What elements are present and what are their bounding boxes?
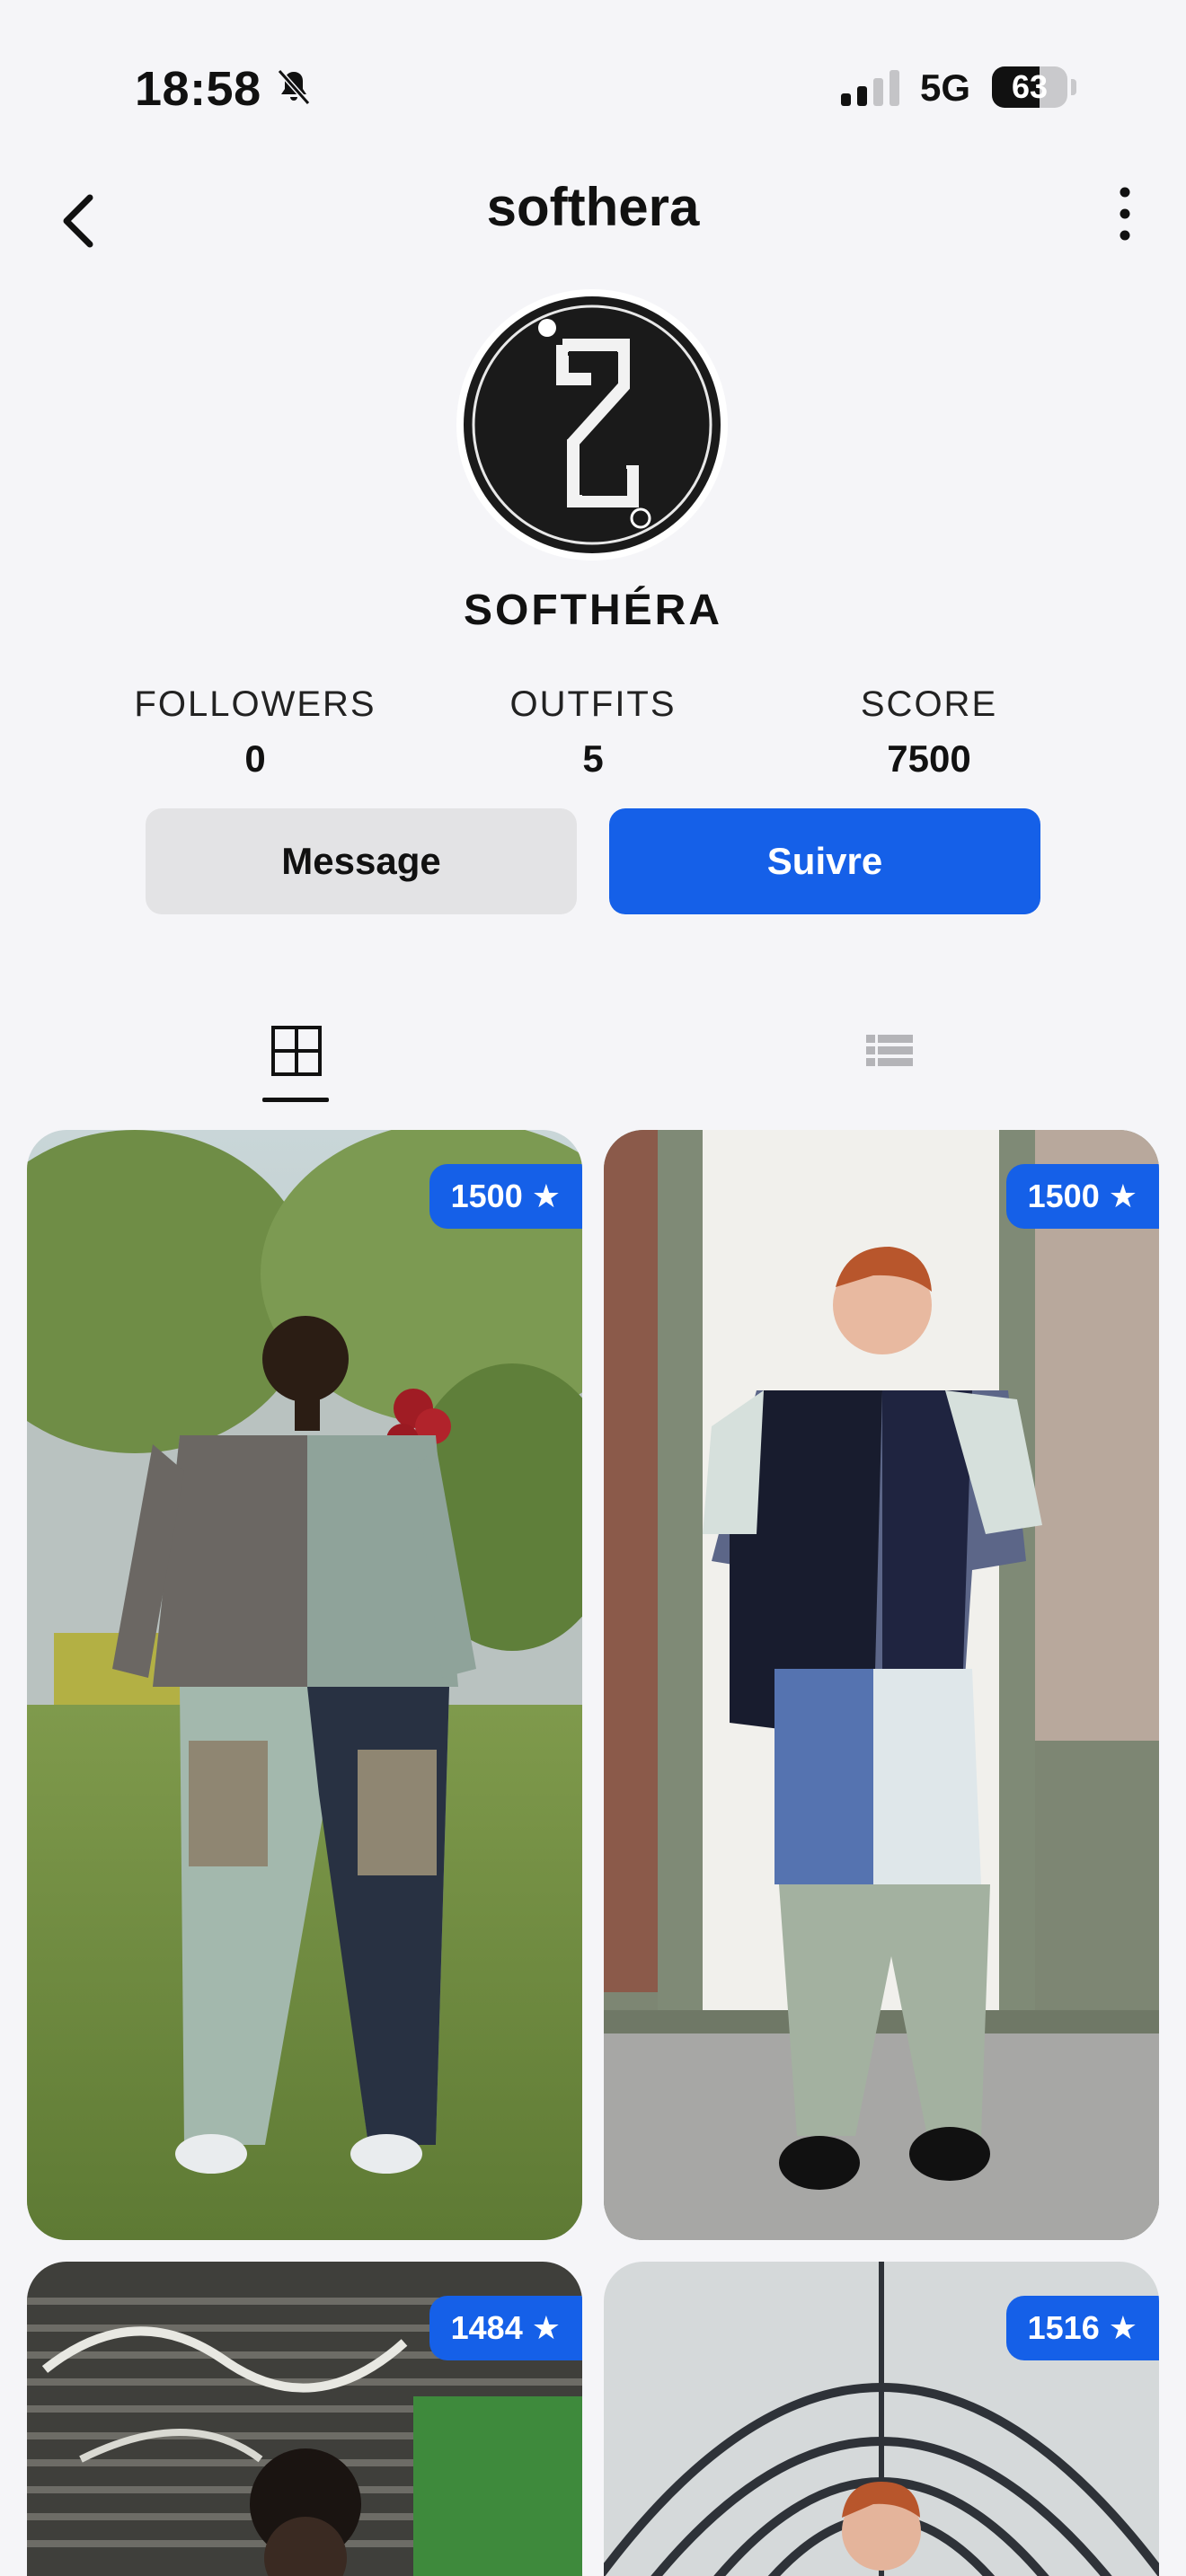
outfit-photo [27,1130,582,2240]
score-badge: 1500 ★ [1005,1164,1159,1229]
score-badge: 1500 ★ [429,1164,582,1229]
stat-outfits[interactable]: OUTFITS 5 [458,684,728,781]
stat-value: 0 [244,737,266,780]
profile-name: SOFTHÉRA [464,587,722,634]
battery-level: 63 [1011,68,1049,105]
signal-icon [841,70,899,106]
stat-followers[interactable]: FOLLOWERS 0 [120,684,390,781]
score-badge: 1516 ★ [1005,2296,1159,2360]
message-button[interactable]: Message [146,808,577,914]
status-bar: 18:58 5G 63 [0,0,1186,144]
outfit-post[interactable]: 1484 ★ [27,2262,582,2576]
stat-score: SCORE 7500 [794,684,1064,781]
list-icon [866,1035,913,1066]
stat-label: OUTFITS [509,684,677,724]
avatar [456,289,728,560]
brand-logo [459,292,725,558]
outfit-post[interactable]: 1516 ★ [604,2262,1159,2576]
grid-icon [271,1026,322,1076]
outfit-post[interactable]: 1500 ★ [27,1130,582,2240]
stat-label: SCORE [860,684,998,724]
outfit-photo [604,1130,1159,2240]
stat-value: 5 [582,737,604,780]
battery-nub [1071,79,1076,95]
battery-icon: 63 [992,66,1067,108]
network-label: 5G [920,66,971,109]
active-tab-indicator [262,1098,329,1102]
outfit-post[interactable]: 1500 ★ [604,1130,1159,2240]
stat-label: FOLLOWERS [134,684,376,724]
status-time: 18:58 [135,62,261,116]
follow-button[interactable]: Suivre [609,808,1040,914]
stat-value: 7500 [887,737,971,780]
back-icon[interactable] [50,185,104,257]
more-options-icon[interactable] [1107,185,1143,243]
tab-list[interactable] [800,1015,979,1101]
page-title: softhera [486,177,700,237]
bell-muted-icon [277,69,311,105]
tab-grid[interactable] [207,1015,386,1101]
score-badge: 1484 ★ [429,2296,582,2360]
